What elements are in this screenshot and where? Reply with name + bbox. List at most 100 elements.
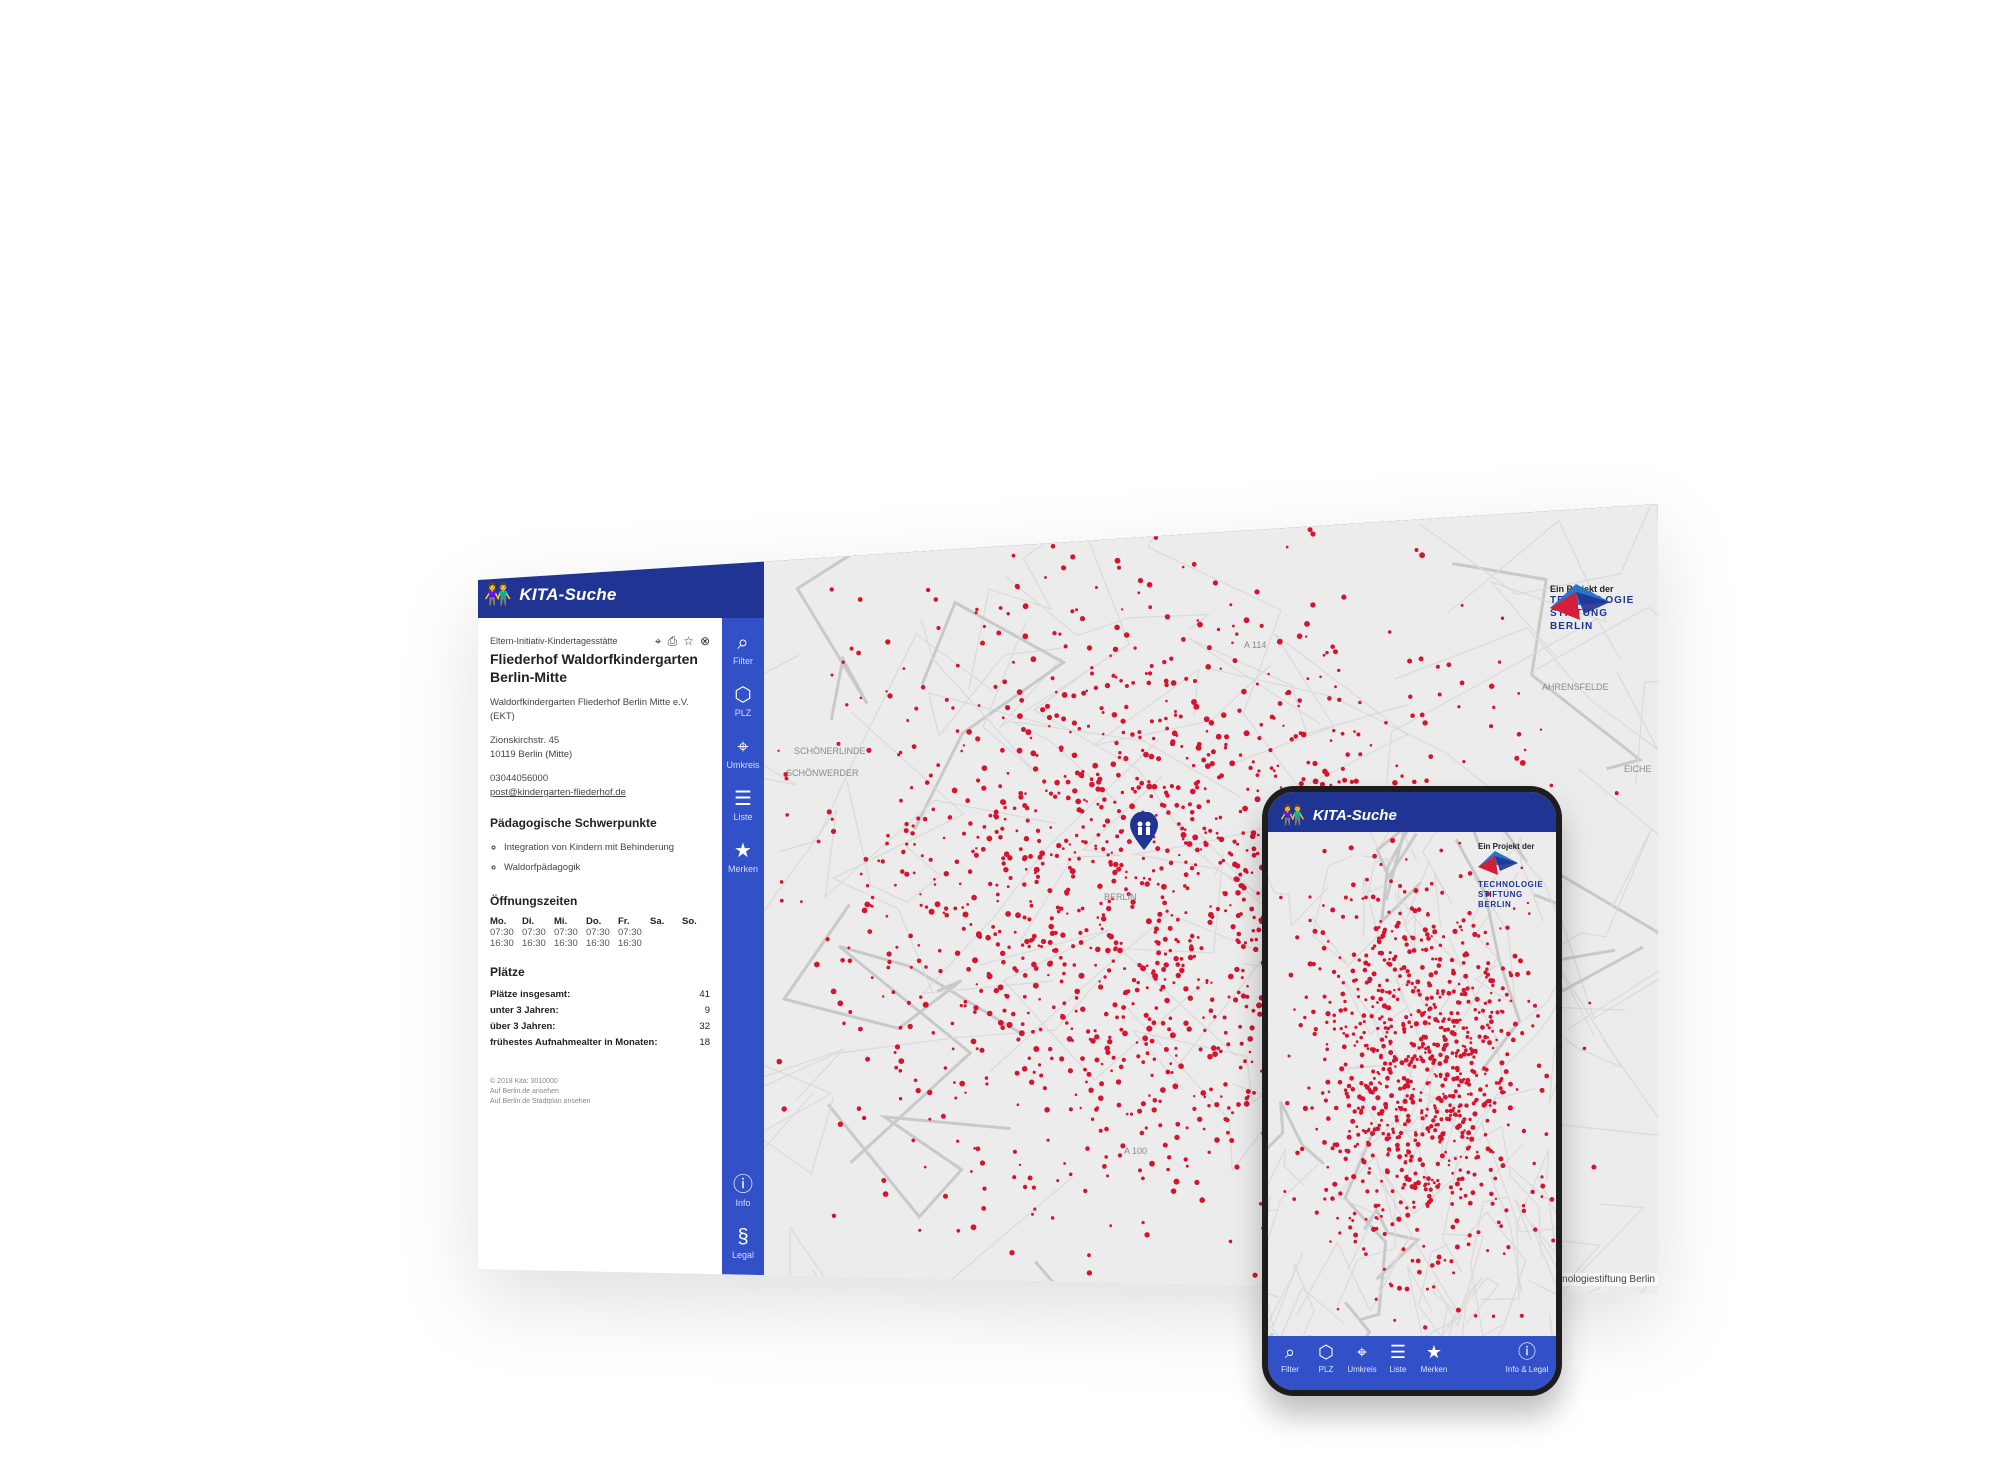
kita-marker[interactable]: [1163, 952, 1168, 956]
kita-marker[interactable]: [1439, 1075, 1443, 1079]
kita-marker[interactable]: [1097, 883, 1103, 889]
kita-marker[interactable]: [1422, 1020, 1428, 1026]
kita-marker[interactable]: [1110, 761, 1117, 767]
kita-marker[interactable]: [815, 541, 819, 544]
kita-marker[interactable]: [1327, 696, 1332, 701]
selected-marker-icon[interactable]: [1130, 812, 1158, 850]
kita-marker[interactable]: [1081, 690, 1087, 696]
kita-marker[interactable]: [914, 706, 919, 711]
kita-marker[interactable]: [1506, 1245, 1511, 1250]
kita-marker[interactable]: [1256, 891, 1260, 895]
kita-marker[interactable]: [1061, 716, 1067, 722]
kita-marker[interactable]: [1394, 1115, 1399, 1119]
kita-marker[interactable]: [1364, 895, 1368, 900]
kita-marker[interactable]: [1437, 692, 1442, 697]
kita-marker[interactable]: [1025, 818, 1030, 823]
kita-marker[interactable]: [1073, 851, 1077, 854]
kita-marker[interactable]: [1376, 988, 1381, 993]
kita-marker[interactable]: [1149, 794, 1154, 798]
kita-marker[interactable]: [1461, 1026, 1466, 1030]
kita-marker[interactable]: [1351, 1219, 1355, 1223]
kita-marker[interactable]: [1359, 1052, 1365, 1058]
kita-marker[interactable]: [1432, 1285, 1436, 1289]
kita-marker[interactable]: [1454, 1244, 1460, 1250]
kita-marker[interactable]: [1147, 1017, 1152, 1021]
kita-marker[interactable]: [1444, 1072, 1450, 1078]
kita-marker[interactable]: [1033, 1207, 1037, 1211]
kita-marker[interactable]: [1086, 645, 1093, 651]
kita-marker[interactable]: [1353, 1239, 1358, 1244]
kita-marker[interactable]: [1339, 1066, 1345, 1072]
kita-marker[interactable]: [1459, 1072, 1462, 1076]
kita-marker[interactable]: [1239, 1041, 1244, 1046]
kita-marker[interactable]: [1365, 1189, 1370, 1194]
kita-marker[interactable]: [1205, 729, 1209, 733]
kita-marker[interactable]: [1131, 681, 1136, 685]
kita-marker[interactable]: [1146, 1025, 1153, 1032]
kita-marker[interactable]: [1332, 1013, 1336, 1018]
kita-marker[interactable]: [1000, 747, 1005, 753]
kita-marker[interactable]: [1160, 895, 1165, 900]
kita-marker[interactable]: [1431, 1061, 1436, 1065]
kita-marker[interactable]: [1111, 959, 1115, 963]
kita-marker[interactable]: [973, 1005, 979, 1011]
kita-marker[interactable]: [1102, 797, 1107, 802]
kita-marker[interactable]: [1343, 1156, 1348, 1161]
kita-marker[interactable]: [1018, 1163, 1022, 1167]
kita-marker[interactable]: [1165, 848, 1170, 853]
kita-marker[interactable]: [1358, 752, 1363, 757]
kita-marker[interactable]: [1022, 633, 1029, 640]
kita-marker[interactable]: [970, 1170, 973, 1173]
kita-marker[interactable]: [1255, 773, 1260, 777]
kita-marker[interactable]: [1108, 860, 1113, 865]
kita-marker[interactable]: [1481, 1039, 1486, 1043]
kita-marker[interactable]: [1192, 834, 1199, 841]
kita-marker[interactable]: [993, 684, 998, 689]
kita-marker[interactable]: [1151, 1020, 1157, 1026]
kita-marker[interactable]: [1143, 1012, 1149, 1018]
kita-marker[interactable]: [1253, 946, 1259, 953]
kita-marker[interactable]: [918, 1228, 922, 1232]
kita-marker[interactable]: [1035, 828, 1041, 833]
kita-marker[interactable]: [1376, 897, 1381, 902]
kita-marker[interactable]: [1103, 975, 1107, 979]
kita-marker[interactable]: [1384, 1084, 1389, 1089]
kita-marker[interactable]: [1500, 1010, 1505, 1014]
kita-marker[interactable]: [1094, 1107, 1099, 1112]
kita-marker[interactable]: [1414, 1021, 1419, 1027]
kita-marker[interactable]: [1191, 561, 1197, 567]
kita-marker[interactable]: [1068, 843, 1072, 846]
kita-marker[interactable]: [1433, 970, 1438, 975]
kita-marker[interactable]: [977, 704, 981, 707]
kita-marker[interactable]: [1019, 697, 1025, 703]
phone-nav-umkreis[interactable]: ⌖ Umkreis: [1342, 1342, 1382, 1374]
kita-marker[interactable]: [1455, 1068, 1460, 1073]
kita-marker[interactable]: [1336, 974, 1341, 979]
kita-marker[interactable]: [1072, 963, 1077, 967]
kita-marker[interactable]: [1473, 1008, 1477, 1012]
kita-marker[interactable]: [1454, 1018, 1460, 1024]
kita-marker[interactable]: [1357, 1094, 1362, 1100]
kita-marker[interactable]: [1149, 664, 1154, 668]
kita-marker[interactable]: [1027, 1175, 1033, 1181]
kita-marker[interactable]: [1075, 608, 1079, 612]
kita-marker[interactable]: [1131, 977, 1137, 983]
kita-marker[interactable]: [1397, 1154, 1403, 1160]
kita-marker[interactable]: [1061, 565, 1067, 571]
kita-marker[interactable]: [1119, 941, 1123, 945]
kita-marker[interactable]: [1065, 779, 1071, 785]
kita-marker[interactable]: [1412, 1205, 1416, 1209]
kita-marker[interactable]: [1113, 947, 1118, 952]
kita-marker[interactable]: [885, 690, 888, 693]
kita-marker[interactable]: [1438, 1052, 1443, 1057]
kita-marker[interactable]: [1137, 591, 1141, 595]
kita-marker[interactable]: [928, 908, 935, 915]
kita-marker[interactable]: [1238, 809, 1243, 814]
kita-marker[interactable]: [1500, 986, 1505, 991]
kita-marker[interactable]: [1012, 966, 1017, 971]
kita-marker[interactable]: [1235, 890, 1241, 896]
kita-marker[interactable]: [1130, 786, 1135, 791]
kita-marker[interactable]: [1110, 1069, 1113, 1072]
kita-marker[interactable]: [1412, 908, 1418, 914]
kita-marker[interactable]: [1172, 981, 1176, 985]
